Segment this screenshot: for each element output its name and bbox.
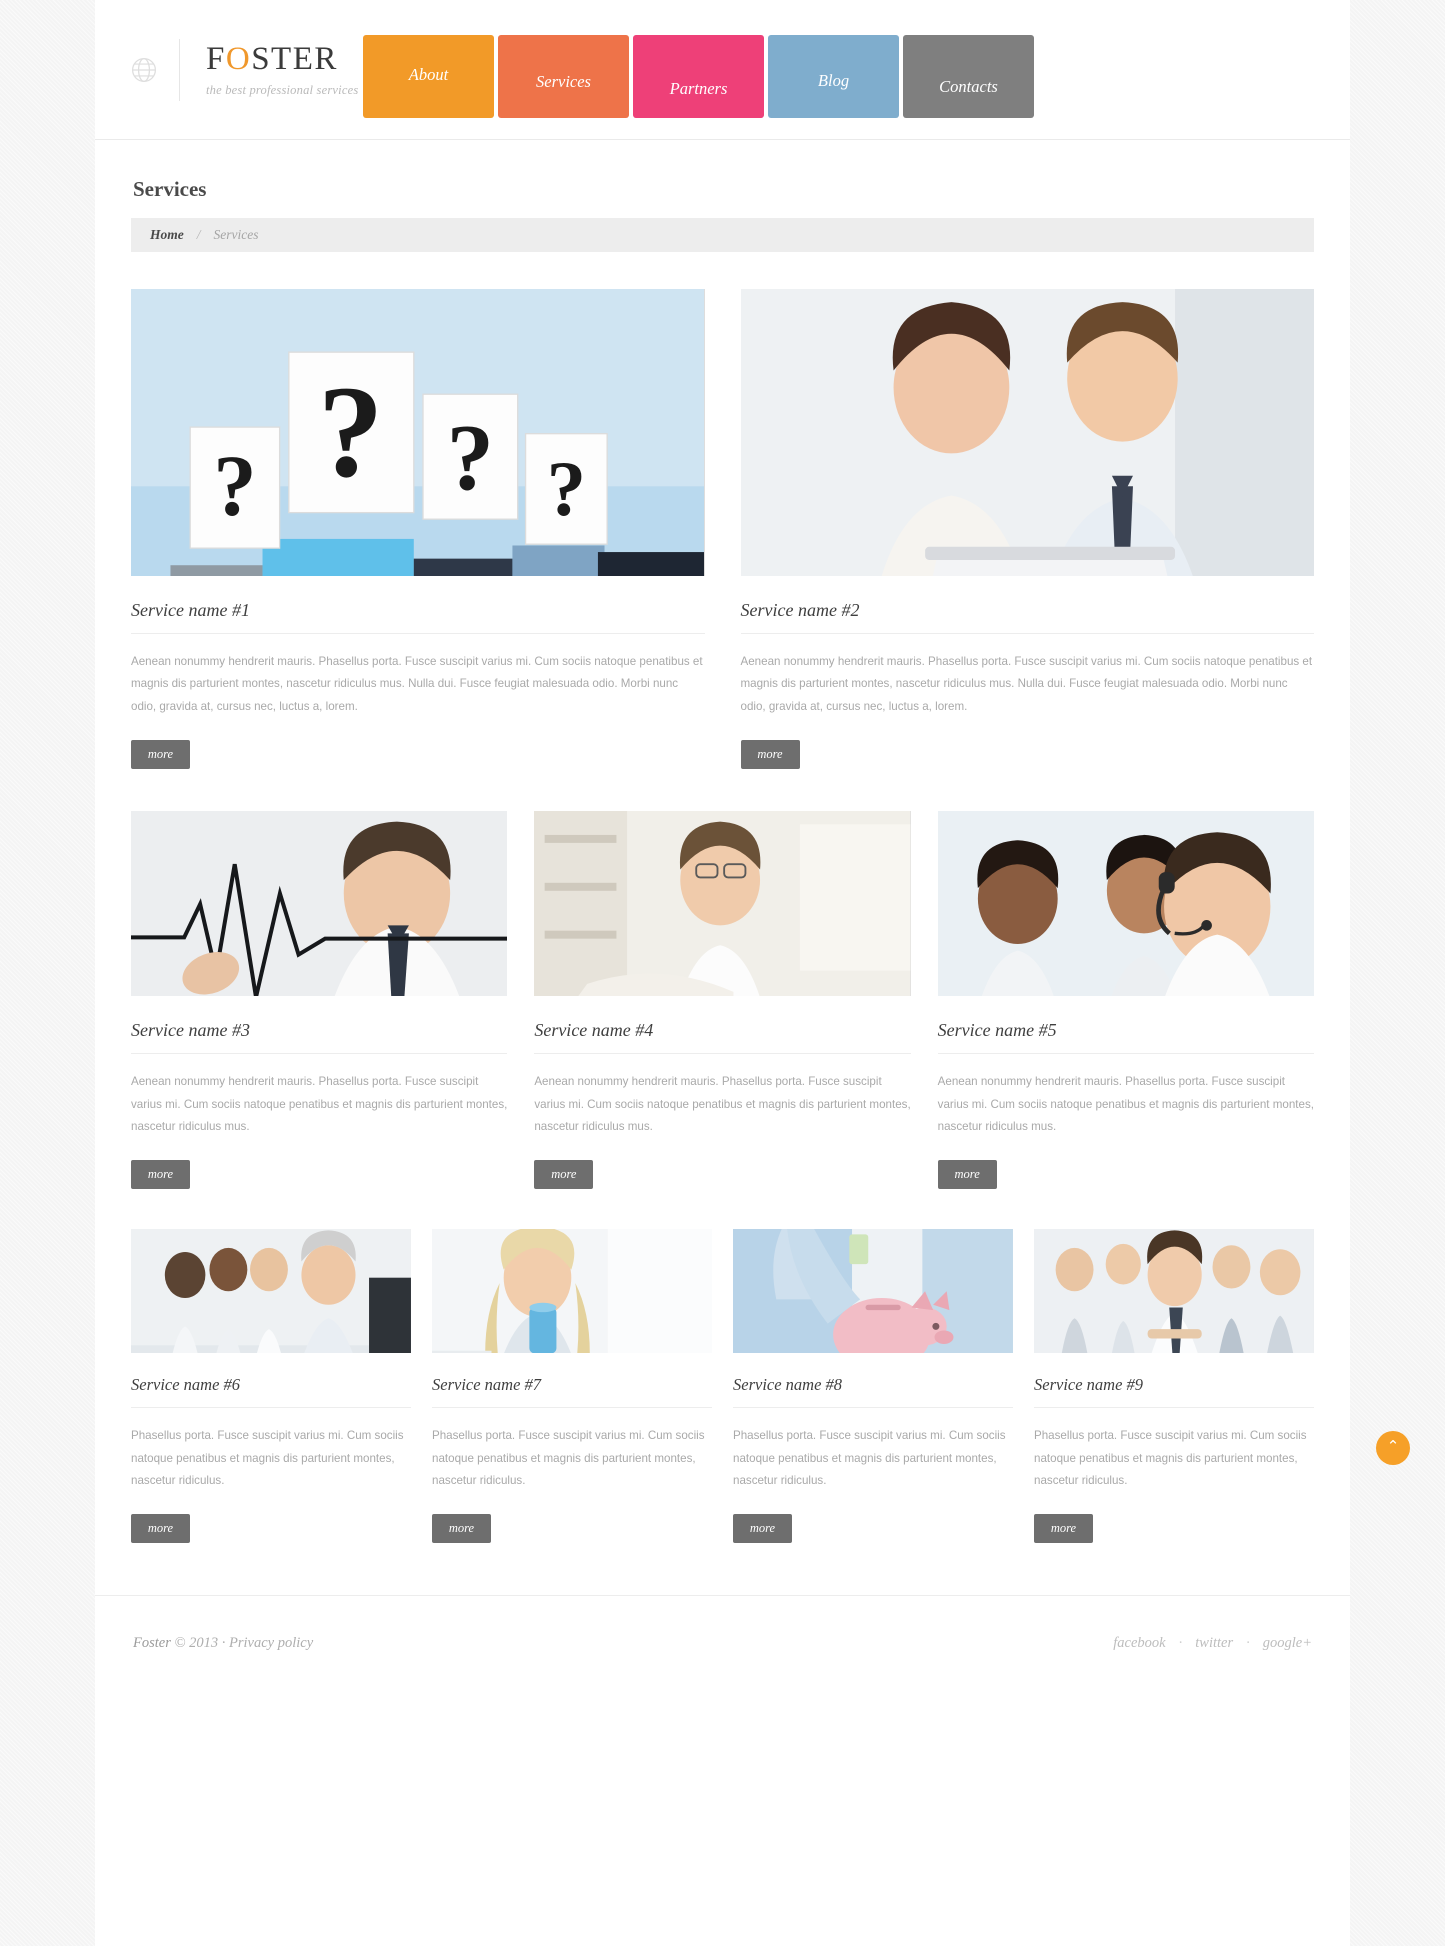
breadcrumb-separator: / [196, 227, 201, 242]
logo-tagline: the best professional services [206, 82, 359, 97]
social-link-facebook[interactable]: facebook [1113, 1635, 1165, 1652]
footer-privacy-link[interactable]: Privacy policy [229, 1635, 313, 1651]
service-title-7: Service name #7 [432, 1375, 712, 1409]
footer-brand: Foster [133, 1634, 171, 1651]
service-text-3: Aenean nonummy hendrerit mauris. Phasell… [131, 1075, 508, 1133]
service-text-7: Phasellus porta. Fusce suscipit varius m… [432, 1429, 705, 1487]
logo-part-1: F [206, 40, 226, 77]
service-more-button-4[interactable]: more [534, 1160, 594, 1190]
service-image-2[interactable] [740, 289, 1314, 576]
service-image-1[interactable]: ? ? ? ? [131, 289, 705, 576]
service-image-3[interactable] [131, 811, 508, 997]
svg-text:?: ? [447, 406, 494, 510]
breadcrumb: Home / Services [131, 218, 1314, 252]
social-dot-1: · [1178, 1634, 1183, 1651]
logo-title: FOSTER [206, 40, 358, 77]
nav-label-services: Services [536, 72, 591, 91]
service-text-1: Aenean nonummy hendrerit mauris. Phasell… [131, 655, 703, 713]
footer-social-links: facebook · twitter · google+ [1113, 1635, 1312, 1652]
social-link-googleplus[interactable]: google+ [1263, 1635, 1312, 1652]
page-title: Services [133, 177, 207, 201]
service-title-9: Service name #9 [1034, 1375, 1314, 1409]
service-more-button-8[interactable]: more [733, 1514, 792, 1544]
service-more-button-6[interactable]: more [131, 1514, 190, 1544]
service-more-button-7[interactable]: more [432, 1514, 491, 1544]
service-card-8: Service name #8 Phasellus porta. Fusce s… [733, 1229, 1013, 1544]
service-image-8[interactable] [733, 1229, 1013, 1354]
globe-icon [131, 57, 157, 83]
service-title-5: Service name #5 [937, 1020, 1314, 1055]
page-container: FOSTER the best professional services Ab… [95, 0, 1410, 1946]
service-title-8: Service name #8 [733, 1375, 1013, 1409]
breadcrumb-current: Services [213, 227, 259, 242]
footer-separator: · [221, 1634, 226, 1651]
service-title-1: Service name #1 [131, 600, 705, 634]
service-text-6: Phasellus porta. Fusce suscipit varius m… [131, 1429, 404, 1487]
site-footer: Foster © 2013 · Privacy policy facebook … [95, 1595, 1350, 1690]
service-image-5[interactable] [937, 811, 1314, 997]
service-card-1: ? ? ? ? Service name #1 Aenean nonummy h… [131, 289, 705, 770]
service-text-8: Phasellus porta. Fusce suscipit varius m… [733, 1429, 1006, 1487]
service-text-5: Aenean nonummy hendrerit mauris. Phasell… [937, 1075, 1314, 1133]
svg-text:?: ? [213, 438, 256, 534]
service-more-button-9[interactable]: more [1034, 1514, 1093, 1544]
service-image-7[interactable] [432, 1229, 712, 1354]
nav-item-services[interactable]: Services [498, 35, 629, 118]
social-link-twitter[interactable]: twitter [1195, 1635, 1233, 1652]
logo-accent-letter: O [225, 40, 252, 77]
logo-part-2: STER [251, 40, 338, 77]
services-row-1: ? ? ? ? Service name #1 Aenean nonummy h… [131, 289, 1314, 770]
footer-copyright-year: © 2013 [174, 1634, 219, 1651]
brand-divider [179, 39, 180, 101]
brand[interactable]: FOSTER the best professional services [131, 39, 359, 101]
nav-item-blog[interactable]: Blog [768, 35, 899, 118]
nav-label-about: About [408, 65, 449, 84]
nav-label-partners: Partners [669, 79, 728, 98]
service-card-5: Service name #5 Aenean nonummy hendrerit… [937, 811, 1314, 1190]
footer-copyright: Foster © 2013 · Privacy policy [133, 1635, 313, 1652]
service-image-9[interactable] [1034, 1229, 1314, 1354]
service-card-7: Service name #7 Phasellus porta. Fusce s… [432, 1229, 712, 1544]
service-card-4: Service name #4 Aenean nonummy hendrerit… [534, 811, 911, 1190]
svg-text:?: ? [318, 360, 384, 505]
nav-item-partners[interactable]: Partners [633, 35, 764, 118]
service-text-9: Phasellus porta. Fusce suscipit varius m… [1034, 1429, 1307, 1487]
svg-text:?: ? [547, 446, 586, 533]
service-text-2: Aenean nonummy hendrerit mauris. Phasell… [740, 655, 1313, 713]
service-image-4[interactable] [534, 811, 911, 997]
service-title-4: Service name #4 [534, 1020, 911, 1055]
nav-item-contacts[interactable]: Contacts [903, 35, 1034, 118]
service-card-6: Service name #6 Phasellus porta. Fusce s… [131, 1229, 411, 1544]
main-navigation: About Services Partners Blog Contacts [363, 35, 1034, 118]
service-more-button-1[interactable]: more [131, 740, 190, 770]
services-row-2: Service name #3 Aenean nonummy hendrerit… [131, 811, 1314, 1190]
service-title-6: Service name #6 [131, 1375, 411, 1409]
service-title-2: Service name #2 [740, 600, 1314, 634]
service-card-3: Service name #3 Aenean nonummy hendrerit… [131, 811, 508, 1190]
service-text-4: Aenean nonummy hendrerit mauris. Phasell… [534, 1075, 911, 1133]
service-more-button-5[interactable]: more [937, 1160, 997, 1190]
service-more-button-2[interactable]: more [740, 740, 800, 770]
social-dot-2: · [1246, 1634, 1250, 1651]
brand-text: FOSTER the best professional services [206, 40, 359, 98]
nav-item-about[interactable]: About [363, 35, 494, 118]
nav-label-blog: Blog [817, 71, 850, 90]
main-content: Services Home / Services ? ? ? ? Service… [95, 177, 1410, 1544]
service-more-button-3[interactable]: more [131, 1160, 190, 1190]
breadcrumb-home[interactable]: Home [150, 227, 184, 243]
site-header: FOSTER the best professional services Ab… [95, 0, 1350, 140]
service-card-9: Service name #9 Phasellus porta. Fusce s… [1034, 1229, 1314, 1544]
service-card-2: Service name #2 Aenean nonummy hendrerit… [740, 289, 1314, 770]
services-row-3: Service name #6 Phasellus porta. Fusce s… [131, 1229, 1314, 1544]
back-to-top-button[interactable]: ⌃ [1376, 1431, 1410, 1466]
nav-label-contacts: Contacts [939, 77, 998, 96]
service-title-3: Service name #3 [131, 1020, 508, 1055]
service-image-6[interactable] [131, 1229, 411, 1354]
